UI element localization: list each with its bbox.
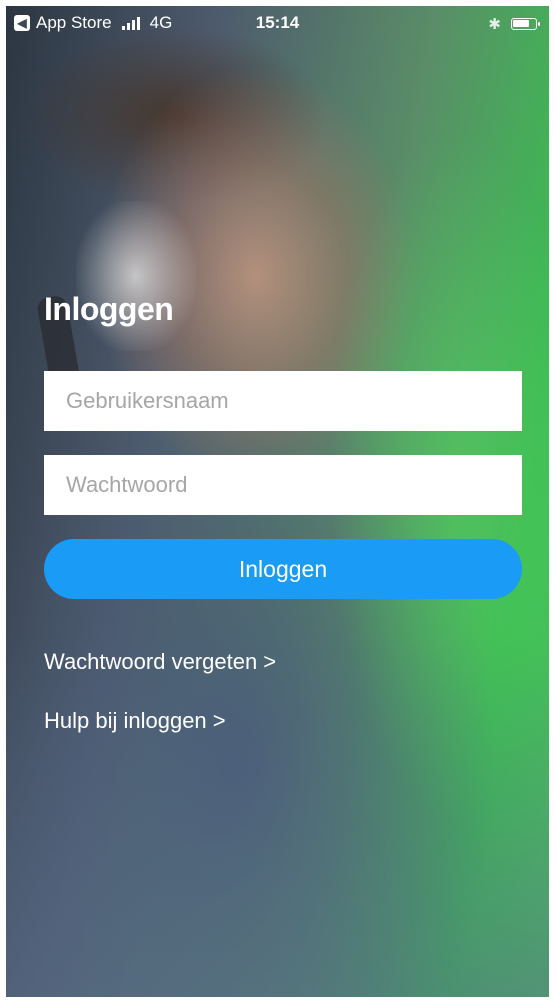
status-bar: ◀ App Store 4G 15:14 ✱ — [6, 6, 549, 40]
login-help-link[interactable]: Hulp bij inloggen > — [44, 708, 226, 734]
status-bar-time: 15:14 — [255, 13, 300, 32]
battery-icon — [511, 18, 540, 30]
page-title: Inloggen — [44, 291, 174, 327]
username-field[interactable] — [44, 371, 522, 431]
login-button[interactable]: Inloggen — [44, 539, 522, 599]
status-bar-right: ✱ — [488, 15, 540, 33]
bluetooth-icon: ✱ — [488, 16, 501, 33]
forgot-password-link[interactable]: Wachtwoord vergeten > — [44, 649, 276, 675]
background-hand — [76, 201, 196, 351]
password-field[interactable] — [44, 455, 522, 515]
background-fade — [6, 637, 549, 997]
login-screen: ◀ App Store 4G 15:14 ✱ Inloggen Inloggen… — [6, 6, 549, 997]
